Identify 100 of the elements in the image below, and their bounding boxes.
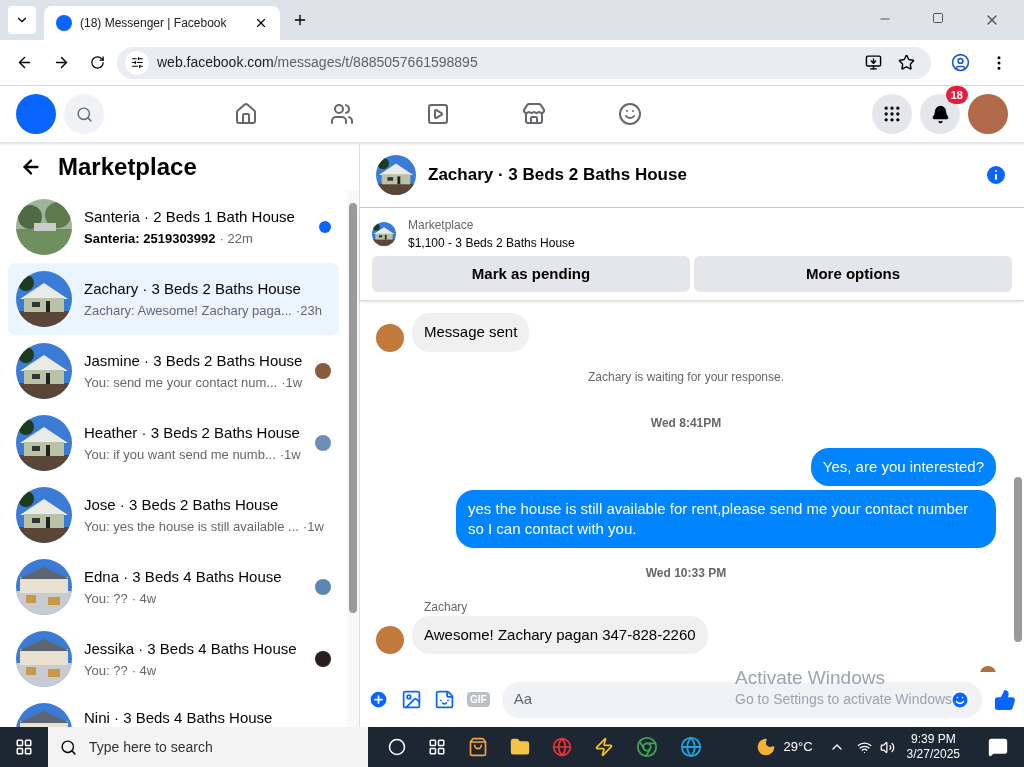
notice-text: Zachary is waiting for your response. — [586, 368, 786, 386]
sender-name: Zachary — [423, 598, 469, 616]
clock-date: 3/27/2025 — [906, 747, 960, 762]
message-time: ·23h — [295, 301, 322, 320]
message-preview: Santeria: 2519303992 — [84, 229, 216, 248]
notification-badge: 18 — [945, 86, 968, 104]
timestamp: Wed 8:41PM — [649, 414, 723, 432]
like-icon[interactable] — [994, 688, 1016, 711]
site-settings-icon[interactable] — [130, 56, 144, 69]
grid-icon — [882, 104, 902, 124]
timestamp: Wed 10:33 PM — [644, 564, 728, 582]
listing-label: Marketplace — [408, 217, 475, 234]
message-time: ·1w — [302, 517, 324, 536]
new-tab-icon[interactable] — [292, 12, 308, 28]
search-button[interactable] — [64, 94, 104, 134]
message-time: · 22m — [219, 229, 253, 248]
conversation-item[interactable]: Jasmine · 3 Beds 2 Baths House You: send me your contact num... ·1w — [8, 335, 339, 407]
message-bubble: Message sent — [412, 313, 530, 352]
back-icon[interactable] — [16, 54, 33, 71]
message-preview: Zachary: Awesome! Zachary paga... — [84, 301, 292, 320]
conversation-title: Heather · 3 Beds 2 Baths House — [84, 423, 301, 443]
facebook-icon — [56, 15, 72, 31]
menu-button[interactable] — [872, 94, 912, 134]
sticker-icon[interactable] — [434, 689, 455, 710]
message-time: ·1w — [281, 373, 303, 392]
message-time: · 4w — [131, 661, 157, 680]
conversation-item[interactable]: Edna · 3 Beds 4 Baths House You: ?? · 4w — [8, 551, 339, 623]
placeholder-text: Aa — [513, 689, 533, 710]
conversation-title: Zachary · 3 Beds 2 Baths House — [84, 279, 302, 299]
restore-icon[interactable] — [932, 12, 944, 24]
taskbar-search-field[interactable]: Type here to search — [48, 727, 368, 767]
reload-icon[interactable] — [90, 55, 105, 70]
message-bubble: yes the house is still available for rent,please send me your contact number so I can contact with you. — [456, 489, 996, 548]
message-time: · 4w — [131, 589, 157, 608]
photo-icon[interactable] — [401, 689, 422, 710]
notifications-icon[interactable] — [988, 737, 1008, 757]
message-preview: You: if you want send me numb... — [84, 445, 276, 464]
search-icon — [60, 738, 77, 756]
message-preview: You: ?? — [84, 589, 128, 608]
message-bubble: Awesome! Zachary pagan 347-828-2260 — [412, 615, 708, 654]
bell-icon — [930, 104, 950, 124]
sidebar-title: Marketplace — [58, 152, 197, 182]
url-text: web.facebook.com/messages/t/8885057661598895 — [157, 53, 478, 72]
bookmark-icon[interactable] — [898, 54, 915, 71]
conversation-title: Nini · 3 Beds 4 Baths House — [84, 708, 274, 727]
task-view-icon[interactable] — [428, 738, 446, 756]
message-bubble: Yes, are you interested? — [810, 447, 996, 486]
volume-icon[interactable] — [879, 739, 895, 755]
install-icon[interactable] — [865, 54, 882, 71]
facebook-logo[interactable] — [16, 94, 56, 134]
tab-title: (18) Messenger | Facebook — [80, 15, 228, 32]
search-placeholder: Type here to search — [89, 737, 213, 757]
windows-start-icon[interactable] — [15, 738, 33, 756]
add-icon[interactable] — [368, 689, 389, 710]
avatar — [376, 626, 404, 654]
conversation-title: Santeria · 2 Beds 1 Bath House — [84, 207, 296, 227]
temperature: 29°C — [783, 738, 813, 757]
profile-avatar[interactable] — [968, 94, 1008, 134]
folder-icon[interactable] — [510, 737, 530, 757]
conversation-item[interactable]: Zachary · 3 Beds 2 Baths House Zachary: Awesome! Zachary paga... ·23h — [8, 263, 339, 335]
scrollbar-thumb[interactable] — [1014, 477, 1022, 642]
chat-title: Zachary · 3 Beds 2 Baths House — [428, 164, 688, 187]
message-preview: You: yes the house is still available ... — [84, 517, 299, 536]
groups-icon[interactable] — [618, 102, 642, 126]
message-preview: You: send me your contact num... — [84, 373, 278, 392]
avatar — [376, 323, 404, 352]
message-time: ·1w — [279, 445, 301, 464]
conversation-item[interactable]: Santeria · 2 Beds 1 Bath House Santeria: 2519303992 · 22m — [8, 191, 339, 263]
address-bar[interactable]: web.facebook.com/messages/t/8885057661598895 — [117, 46, 931, 79]
listing-title: $1,100 - 3 Beds 2 Baths House — [408, 235, 575, 252]
message-preview: You: ?? — [84, 661, 128, 680]
lightning-icon[interactable] — [594, 737, 614, 757]
conversation-item[interactable]: Jessika · 3 Beds 4 Baths House You: ?? · 4w — [8, 623, 339, 695]
close-icon[interactable] — [254, 16, 268, 30]
marketplace-icon[interactable] — [522, 102, 546, 126]
conversation-item[interactable]: Jose · 3 Beds 2 Baths House You: yes the house is still available ... ·1w — [8, 479, 339, 551]
conversation-item[interactable]: Heather · 3 Beds 2 Baths House You: if you want send me numb... ·1w — [8, 407, 339, 479]
video-icon[interactable] — [426, 102, 450, 126]
action-button[interactable]: More options — [694, 256, 1012, 292]
search-icon — [75, 105, 93, 123]
store-icon[interactable] — [468, 737, 488, 757]
friends-icon[interactable] — [330, 102, 354, 126]
forward-icon[interactable] — [53, 54, 70, 71]
app-icon[interactable] — [552, 737, 572, 757]
clock-time: 9:39 PM — [910, 732, 956, 747]
action-button[interactable]: Mark as pending — [372, 256, 690, 292]
home-icon[interactable] — [234, 102, 258, 126]
edge-icon[interactable] — [680, 736, 702, 758]
info-icon[interactable] — [984, 163, 1008, 187]
profile-icon[interactable] — [951, 53, 970, 72]
conversation-title: Jose · 3 Beds 2 Baths House — [84, 495, 280, 515]
chrome-icon[interactable] — [636, 736, 658, 758]
conversation-title: Edna · 3 Beds 4 Baths House — [84, 567, 283, 587]
conversation-title: Jasmine · 3 Beds 2 Baths House — [84, 351, 303, 371]
scrollbar-thumb[interactable] — [349, 203, 357, 613]
cortana-icon[interactable] — [388, 738, 406, 756]
weather-icon — [755, 737, 776, 757]
conversation-title: Jessika · 3 Beds 4 Baths House — [84, 639, 298, 659]
browser-tab[interactable]: (18) Messenger | Facebook — [44, 6, 280, 40]
wifi-icon[interactable] — [856, 739, 872, 755]
